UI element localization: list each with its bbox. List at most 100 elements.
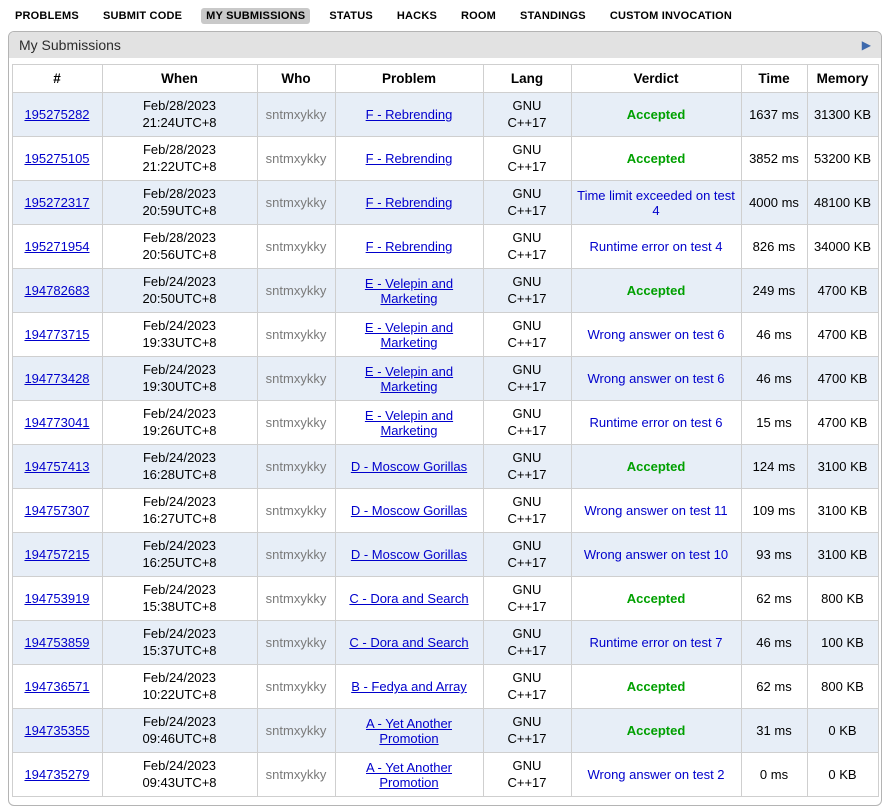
submission-id-cell: 194753859	[12, 621, 102, 665]
nav-item-standings[interactable]: STANDINGS	[515, 8, 591, 24]
submission-lang-cell: GNU C++17	[483, 313, 571, 357]
user-link[interactable]: sntmxykky	[266, 415, 327, 430]
user-link[interactable]: sntmxykky	[266, 239, 327, 254]
submission-who-cell: sntmxykky	[257, 269, 335, 313]
when-time: 19:33UTC+8	[107, 335, 253, 351]
submission-row: 195275282 Feb/28/2023 21:24UTC+8 sntmxyk…	[12, 93, 878, 137]
user-link[interactable]: sntmxykky	[266, 767, 327, 782]
submission-lang-cell: GNU C++17	[483, 181, 571, 225]
submission-id-link[interactable]: 194757413	[24, 459, 89, 474]
submission-id-link[interactable]: 195272317	[24, 195, 89, 210]
submission-id-cell: 195271954	[12, 225, 102, 269]
collapse-arrow-icon[interactable]: ▶	[862, 39, 871, 51]
submission-memory-cell: 800 KB	[807, 665, 878, 709]
lang-text: GNU C++17	[501, 582, 553, 615]
submission-id-link[interactable]: 194753919	[24, 591, 89, 606]
submission-id-link[interactable]: 194773041	[24, 415, 89, 430]
submission-who-cell: sntmxykky	[257, 577, 335, 621]
user-link[interactable]: sntmxykky	[266, 503, 327, 518]
problem-link[interactable]: F - Rebrending	[366, 151, 453, 166]
submission-when-cell: Feb/28/2023 21:22UTC+8	[102, 137, 257, 181]
user-link[interactable]: sntmxykky	[266, 635, 327, 650]
submission-id-link[interactable]: 194773715	[24, 327, 89, 342]
problem-link[interactable]: E - Velepin and Marketing	[365, 364, 453, 394]
when-time: 21:24UTC+8	[107, 115, 253, 131]
submission-lang-cell: GNU C++17	[483, 577, 571, 621]
problem-link[interactable]: C - Dora and Search	[349, 635, 468, 650]
submission-who-cell: sntmxykky	[257, 137, 335, 181]
submission-verdict-cell: Runtime error on test 6	[571, 401, 741, 445]
problem-link[interactable]: D - Moscow Gorillas	[351, 503, 467, 518]
submission-id-link[interactable]: 194735279	[24, 767, 89, 782]
when-date: Feb/28/2023	[107, 98, 253, 114]
problem-link[interactable]: D - Moscow Gorillas	[351, 547, 467, 562]
submission-id-link[interactable]: 194773428	[24, 371, 89, 386]
submission-problem-cell: A - Yet Another Promotion	[335, 709, 483, 753]
user-link[interactable]: sntmxykky	[266, 107, 327, 122]
submission-id-link[interactable]: 194782683	[24, 283, 89, 298]
submission-id-link[interactable]: 194735355	[24, 723, 89, 738]
submission-row: 194735279 Feb/24/2023 09:43UTC+8 sntmxyk…	[12, 753, 878, 797]
submission-lang-cell: GNU C++17	[483, 445, 571, 489]
submission-id-link[interactable]: 194753859	[24, 635, 89, 650]
problem-link[interactable]: B - Fedya and Array	[351, 679, 467, 694]
submission-id-link[interactable]: 194757307	[24, 503, 89, 518]
when-time: 16:27UTC+8	[107, 511, 253, 527]
submission-id-cell: 194782683	[12, 269, 102, 313]
nav-item-custom-invocation[interactable]: CUSTOM INVOCATION	[605, 8, 737, 24]
problem-link[interactable]: E - Velepin and Marketing	[365, 320, 453, 350]
submission-problem-cell: D - Moscow Gorillas	[335, 489, 483, 533]
problem-link[interactable]: E - Velepin and Marketing	[365, 276, 453, 306]
submission-who-cell: sntmxykky	[257, 533, 335, 577]
user-link[interactable]: sntmxykky	[266, 371, 327, 386]
user-link[interactable]: sntmxykky	[266, 327, 327, 342]
submission-id-link[interactable]: 194736571	[24, 679, 89, 694]
submission-time-cell: 46 ms	[741, 357, 807, 401]
submission-id-link[interactable]: 195275105	[24, 151, 89, 166]
nav-item-my-submissions[interactable]: MY SUBMISSIONS	[201, 8, 310, 24]
when-time: 19:26UTC+8	[107, 423, 253, 439]
when-date: Feb/24/2023	[107, 538, 253, 554]
problem-link[interactable]: D - Moscow Gorillas	[351, 459, 467, 474]
user-link[interactable]: sntmxykky	[266, 283, 327, 298]
submission-memory-cell: 34000 KB	[807, 225, 878, 269]
submission-when-cell: Feb/24/2023 19:30UTC+8	[102, 357, 257, 401]
submission-verdict-cell: Accepted	[571, 709, 741, 753]
lang-text: GNU C++17	[501, 274, 553, 307]
submission-lang-cell: GNU C++17	[483, 753, 571, 797]
user-link[interactable]: sntmxykky	[266, 679, 327, 694]
user-link[interactable]: sntmxykky	[266, 547, 327, 562]
problem-link[interactable]: C - Dora and Search	[349, 591, 468, 606]
problem-link[interactable]: F - Rebrending	[366, 195, 453, 210]
nav-item-room[interactable]: ROOM	[456, 8, 501, 24]
user-link[interactable]: sntmxykky	[266, 723, 327, 738]
submission-verdict-cell: Wrong answer on test 11	[571, 489, 741, 533]
submission-time-cell: 62 ms	[741, 577, 807, 621]
nav-item-hacks[interactable]: HACKS	[392, 8, 442, 24]
user-link[interactable]: sntmxykky	[266, 195, 327, 210]
submission-id-link[interactable]: 195271954	[24, 239, 89, 254]
when-time: 16:25UTC+8	[107, 555, 253, 571]
submission-id-link[interactable]: 195275282	[24, 107, 89, 122]
problem-link[interactable]: E - Velepin and Marketing	[365, 408, 453, 438]
nav-item-problems[interactable]: PROBLEMS	[10, 8, 84, 24]
user-link[interactable]: sntmxykky	[266, 151, 327, 166]
nav-item-submit-code[interactable]: SUBMIT CODE	[98, 8, 187, 24]
when-date: Feb/28/2023	[107, 230, 253, 246]
lang-text: GNU C++17	[501, 318, 553, 351]
problem-link[interactable]: A - Yet Another Promotion	[366, 760, 452, 790]
submission-memory-cell: 4700 KB	[807, 401, 878, 445]
problem-link[interactable]: A - Yet Another Promotion	[366, 716, 452, 746]
nav-item-status[interactable]: STATUS	[324, 8, 378, 24]
header-memory: Memory	[807, 65, 878, 93]
submission-id-cell: 195275282	[12, 93, 102, 137]
submission-id-link[interactable]: 194757215	[24, 547, 89, 562]
verdict-text: Wrong answer on test 11	[584, 503, 727, 518]
user-link[interactable]: sntmxykky	[266, 459, 327, 474]
problem-link[interactable]: F - Rebrending	[366, 107, 453, 122]
verdict-text: Wrong answer on test 6	[587, 327, 724, 342]
verdict-text: Accepted	[627, 459, 686, 474]
user-link[interactable]: sntmxykky	[266, 591, 327, 606]
lang-text: GNU C++17	[501, 406, 553, 439]
problem-link[interactable]: F - Rebrending	[366, 239, 453, 254]
